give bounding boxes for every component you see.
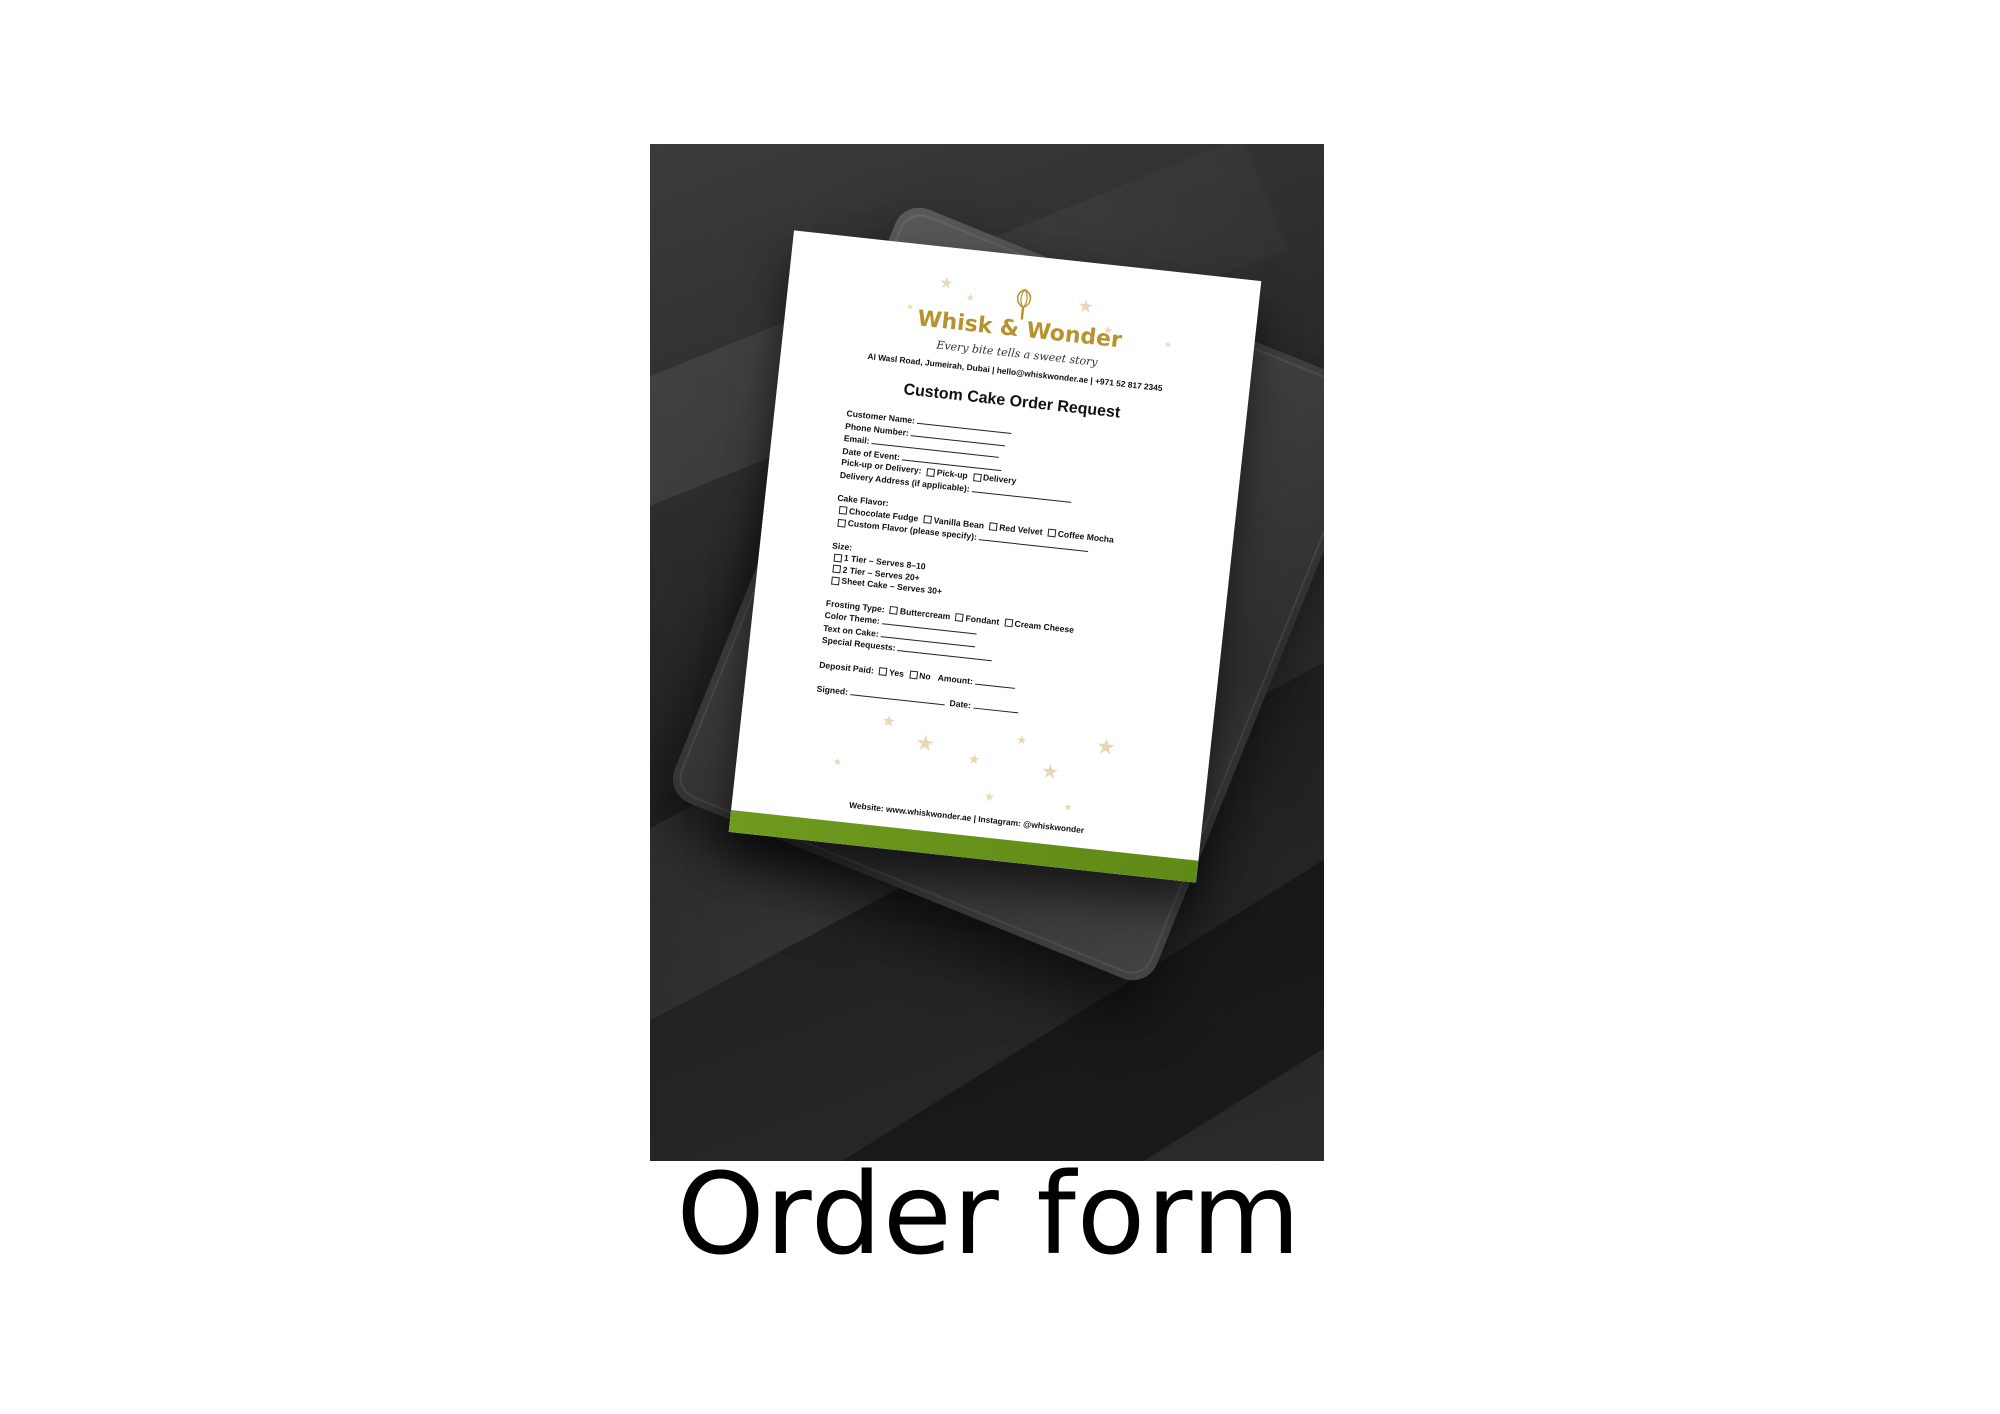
star-icon: ★ [914, 730, 937, 758]
star-icon: ★ [832, 756, 843, 769]
pickup-checkbox[interactable] [926, 467, 936, 477]
order-form-sheet: ★ ★ ★ ★ ★ ★ ★ ★ ★ ★ ★ ★ ★ ★ ★ ★ Whisk & … [728, 230, 1262, 883]
star-icon: ★ [1039, 758, 1061, 785]
field-label: Signed: [816, 683, 849, 697]
field-label: Email: [843, 433, 871, 446]
star-icon: ★ [880, 710, 897, 732]
star-icon: ★ [967, 751, 982, 769]
flavor-checkbox[interactable] [1047, 528, 1057, 538]
delivery-checkbox[interactable] [972, 472, 982, 482]
flavor-checkbox[interactable] [923, 515, 933, 525]
frosting-checkbox[interactable] [1004, 618, 1014, 628]
field-label: Date: [949, 697, 972, 711]
option-label: Pick-up [936, 467, 969, 481]
form-fields: Customer Name: Phone Number: Email: Date… [816, 407, 1185, 732]
flavor-checkbox[interactable] [988, 522, 998, 532]
star-icon: ★ [965, 292, 976, 305]
option-label: No [918, 670, 932, 682]
deposit-yes-checkbox[interactable] [878, 667, 888, 677]
star-icon: ★ [938, 272, 955, 293]
custom-flavor-checkbox[interactable] [837, 518, 847, 528]
star-icon: ★ [1094, 734, 1118, 762]
size-checkbox[interactable] [832, 564, 842, 574]
mockup-photo: ★ ★ ★ ★ ★ ★ ★ ★ ★ ★ ★ ★ ★ ★ ★ ★ Whisk & … [650, 144, 1324, 1161]
flavor-checkbox[interactable] [838, 506, 848, 515]
option-label: Yes [888, 666, 905, 679]
size-checkbox[interactable] [833, 553, 843, 563]
frosting-checkbox[interactable] [955, 613, 965, 623]
deposit-no-checkbox[interactable] [908, 670, 918, 680]
star-icon: ★ [1076, 295, 1095, 319]
size-checkbox[interactable] [831, 576, 840, 586]
star-icon: ★ [1015, 732, 1028, 748]
frosting-checkbox[interactable] [889, 606, 899, 616]
field-label: Amount: [937, 672, 974, 686]
caption: Order form [676, 1150, 1302, 1280]
star-icon: ★ [1062, 801, 1073, 814]
star-icon: ★ [983, 789, 996, 805]
canvas: ★ ★ ★ ★ ★ ★ ★ ★ ★ ★ ★ ★ ★ ★ ★ ★ Whisk & … [0, 0, 2000, 1414]
